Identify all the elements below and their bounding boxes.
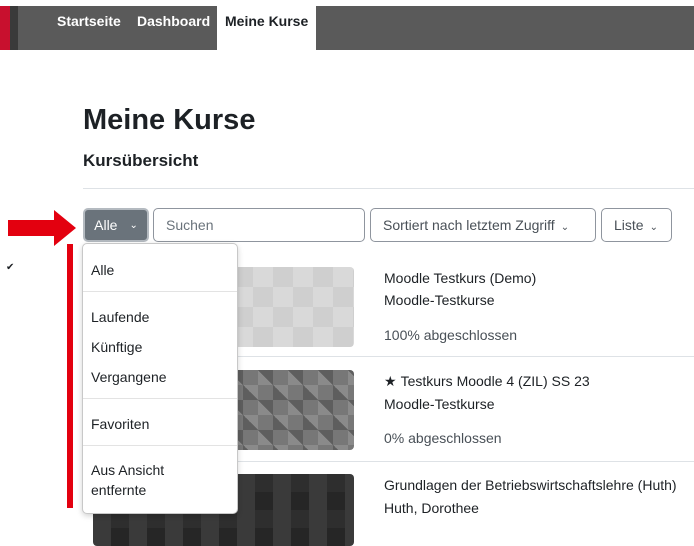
view-label: Liste <box>614 217 644 233</box>
menu-item-aus-ansicht-entfernte[interactable]: Aus Ansicht entfernte <box>91 460 211 500</box>
nav-item-meine-kurse[interactable]: Meine Kurse <box>217 6 317 50</box>
menu-item-favoriten[interactable]: Favoriten <box>91 414 149 434</box>
chevron-down-icon: ⌄ <box>129 219 138 231</box>
checkmark-icon: ✔ <box>6 262 15 273</box>
star-icon: ★ <box>384 373 397 389</box>
course-title-text: Testkurs Moodle 4 (ZIL) SS 23 <box>400 373 590 389</box>
view-dropdown[interactable]: Liste ⌄ <box>601 208 672 242</box>
top-navbar: Startseite Dashboard Meine Kurse <box>0 0 694 50</box>
filter-dropdown-menu: Alle Laufende Künftige Vergangene Favori… <box>82 243 238 514</box>
nav-item-startseite[interactable]: Startseite <box>57 6 121 50</box>
section-title: Kursübersicht <box>83 151 199 170</box>
nav-item-dashboard[interactable]: Dashboard <box>137 6 210 50</box>
course-title[interactable]: Grundlagen der Betriebswirtschaftslehre … <box>384 477 677 493</box>
course-category: Moodle-Testkurse <box>384 396 495 412</box>
menu-item-kuenftige[interactable]: Künftige <box>91 337 142 357</box>
course-category: Moodle-Testkurse <box>384 292 495 308</box>
annotation-arrow-icon <box>8 210 76 246</box>
menu-divider <box>83 398 237 399</box>
chevron-down-icon: ⌄ <box>560 222 570 233</box>
course-title[interactable]: Moodle Testkurs (Demo) <box>384 270 536 286</box>
sort-label: Sortiert nach letztem Zugriff <box>383 217 555 233</box>
filter-label: Alle <box>94 217 118 233</box>
page-title: Meine Kurse <box>83 104 256 136</box>
course-category: Huth, Dorothee <box>384 500 479 516</box>
filter-dropdown-button[interactable]: Alle ⌄ <box>83 208 149 242</box>
divider <box>83 188 694 189</box>
menu-divider <box>83 291 237 292</box>
menu-item-vergangene[interactable]: Vergangene <box>91 367 167 387</box>
course-progress: 0% abgeschlossen <box>384 430 502 446</box>
menu-divider <box>83 445 237 446</box>
chevron-down-icon: ⌄ <box>649 222 658 233</box>
menu-item-alle[interactable]: Alle <box>91 260 114 280</box>
course-title[interactable]: ★ Testkurs Moodle 4 (ZIL) SS 23 <box>384 373 590 390</box>
sort-dropdown[interactable]: Sortiert nach letztem Zugriff ⌄ <box>370 208 596 242</box>
brand-logo <box>0 6 18 50</box>
search-input[interactable]: Suchen <box>153 208 365 242</box>
course-progress: 100% abgeschlossen <box>384 327 518 343</box>
annotation-bracket <box>67 244 73 508</box>
menu-item-laufende[interactable]: Laufende <box>91 307 149 327</box>
